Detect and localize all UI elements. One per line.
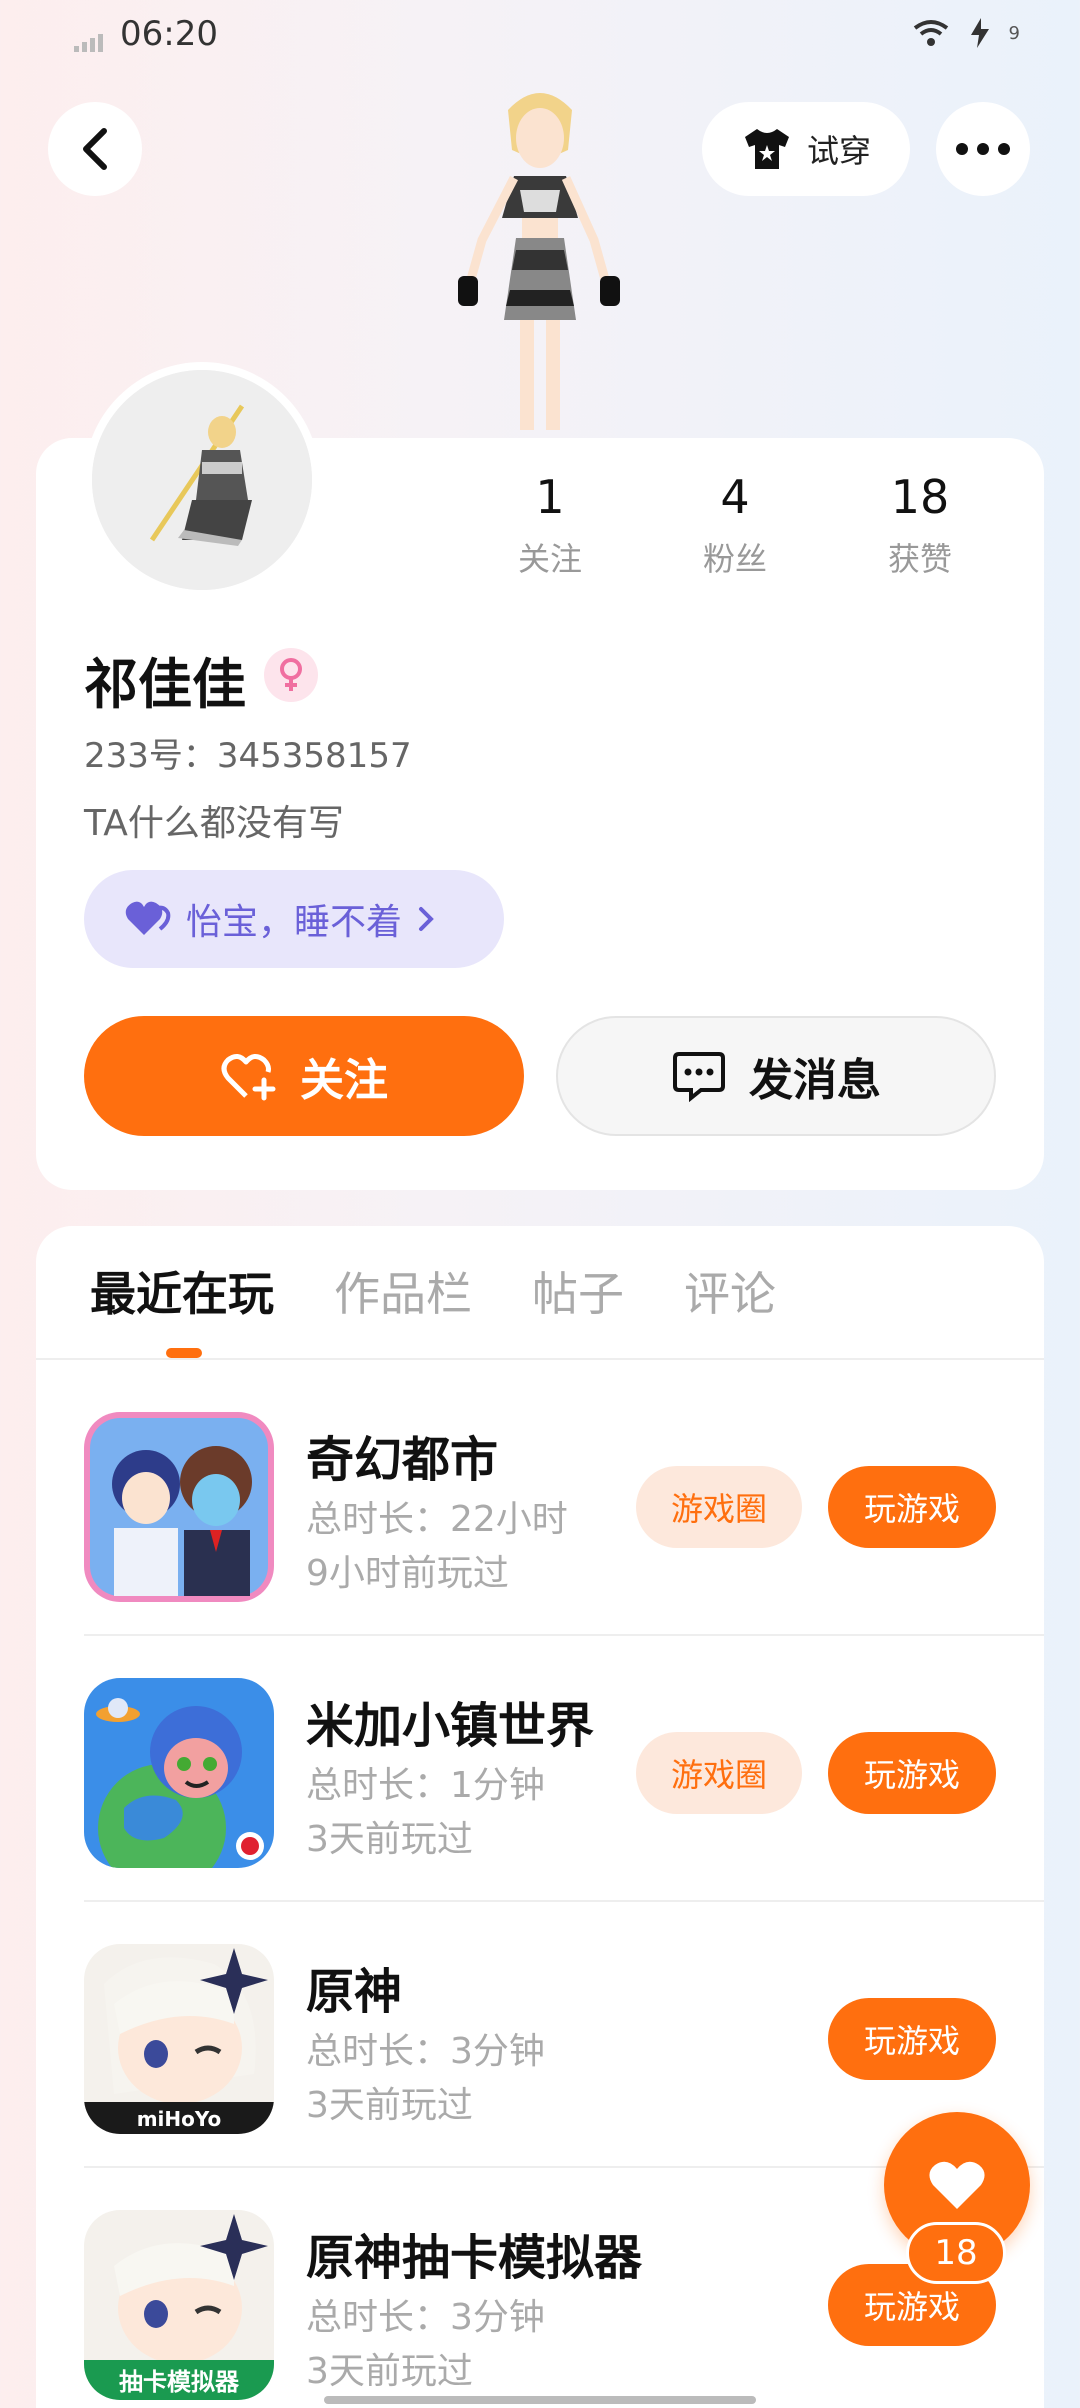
game-icon-genshin: miHoYo	[84, 1944, 274, 2134]
signal-icon	[74, 34, 103, 52]
game-duration: 总时长：1分钟	[306, 1765, 545, 1806]
game-icon-fantasy-city	[84, 1412, 274, 1602]
list-item[interactable]: miHoYo 原神 总时长：3分钟 3天前玩过 玩游戏	[36, 1902, 1044, 2168]
list-item[interactable]: 米加小镇世界 总时长：1分钟 3天前玩过 游戏圈 玩游戏	[36, 1636, 1044, 1902]
status-time: 06:20	[120, 14, 218, 54]
game-last-played: 3天前玩过	[306, 2351, 473, 2392]
tab-posts[interactable]: 帖子	[532, 1258, 624, 1324]
avatar-figure	[458, 93, 620, 430]
avatar[interactable]	[84, 362, 320, 598]
chevron-right-icon	[419, 907, 434, 931]
list-item[interactable]: 奇幻都市 总时长：22小时 9小时前玩过 游戏圈 玩游戏	[36, 1370, 1044, 1636]
followers-count: 4	[720, 470, 750, 524]
stat-likes[interactable]: 18 获赞	[840, 470, 1000, 580]
tabs-divider	[36, 1358, 1044, 1360]
mihoyo-logo: miHoYo	[137, 2107, 222, 2131]
game-circle-button[interactable]: 游戏圈	[636, 1732, 802, 1814]
home-indicator[interactable]	[324, 2396, 756, 2404]
game-duration: 总时长：3分钟	[306, 2297, 545, 2338]
game-duration: 总时长：3分钟	[306, 2031, 545, 2072]
game-icon-miga-town	[84, 1678, 274, 1868]
game-title: 原神抽卡模拟器	[306, 2230, 643, 2286]
game-title: 米加小镇世界	[306, 1698, 595, 1754]
status-bar: 06:20 9	[0, 0, 1080, 80]
status-pill[interactable]: 怡宝，睡不着	[84, 870, 504, 968]
back-button[interactable]	[48, 102, 142, 196]
game-last-played: 3天前玩过	[306, 2085, 473, 2126]
status-text: 怡宝，睡不着	[186, 902, 403, 943]
username: 祁佳佳	[84, 653, 246, 716]
tab-bar: 最近在玩 作品栏 帖子 评论	[90, 1258, 776, 1324]
avatar-image	[92, 370, 312, 590]
game-last-played: 3天前玩过	[306, 1819, 473, 1860]
chat-bubble-icon	[673, 1052, 725, 1102]
followers-label: 粉丝	[702, 540, 767, 578]
following-count: 1	[535, 470, 565, 524]
game-title: 奇幻都市	[306, 1432, 499, 1488]
game-icon-genshin-gacha-simulator: 抽卡模拟器	[84, 2210, 274, 2400]
play-game-button[interactable]: 玩游戏	[828, 1998, 996, 2080]
message-label: 发消息	[749, 1055, 881, 1106]
likes-label: 获赞	[887, 540, 952, 578]
heart-plus-icon	[221, 1054, 276, 1101]
stats-row: 1 关注 4 粉丝 18 获赞	[470, 470, 1000, 580]
battery-level: 9	[1008, 22, 1020, 44]
tab-indicator	[166, 1348, 202, 1358]
heart-icon	[929, 2161, 985, 2209]
stat-followers[interactable]: 4 粉丝	[655, 470, 815, 580]
gacha-simulator-caption: 抽卡模拟器	[119, 2368, 240, 2396]
more-button[interactable]	[936, 102, 1030, 196]
play-game-button[interactable]: 玩游戏	[828, 1466, 996, 1548]
stat-following[interactable]: 1 关注	[470, 470, 630, 580]
user-id: 233号：345358157	[84, 736, 412, 776]
game-last-played: 9小时前玩过	[306, 1553, 509, 1594]
following-label: 关注	[517, 540, 582, 578]
tab-works[interactable]: 作品栏	[334, 1258, 472, 1324]
follow-button[interactable]: 关注	[84, 1016, 524, 1136]
tshirt-icon	[744, 129, 789, 169]
play-game-button[interactable]: 玩游戏	[828, 1732, 996, 1814]
bio: TA什么都没有写	[84, 803, 344, 844]
game-circle-button[interactable]: 游戏圈	[636, 1466, 802, 1548]
tab-comments[interactable]: 评论	[684, 1258, 776, 1324]
likes-count: 18	[890, 470, 950, 524]
more-dots-icon	[956, 143, 1010, 155]
chevron-left-icon	[83, 128, 107, 170]
heart-icon	[125, 901, 171, 935]
charging-icon	[970, 18, 989, 48]
female-icon	[264, 648, 318, 702]
game-duration: 总时长：22小时	[306, 1499, 568, 1540]
wifi-icon	[913, 20, 948, 46]
try-on-button[interactable]: 试穿	[702, 102, 910, 196]
like-count: 18	[906, 2222, 1006, 2284]
follow-label: 关注	[300, 1055, 388, 1106]
tab-recently-played[interactable]: 最近在玩	[90, 1258, 274, 1324]
game-title: 原神	[306, 1964, 403, 2020]
message-button[interactable]: 发消息	[556, 1016, 996, 1136]
try-on-label: 试穿	[806, 132, 871, 170]
